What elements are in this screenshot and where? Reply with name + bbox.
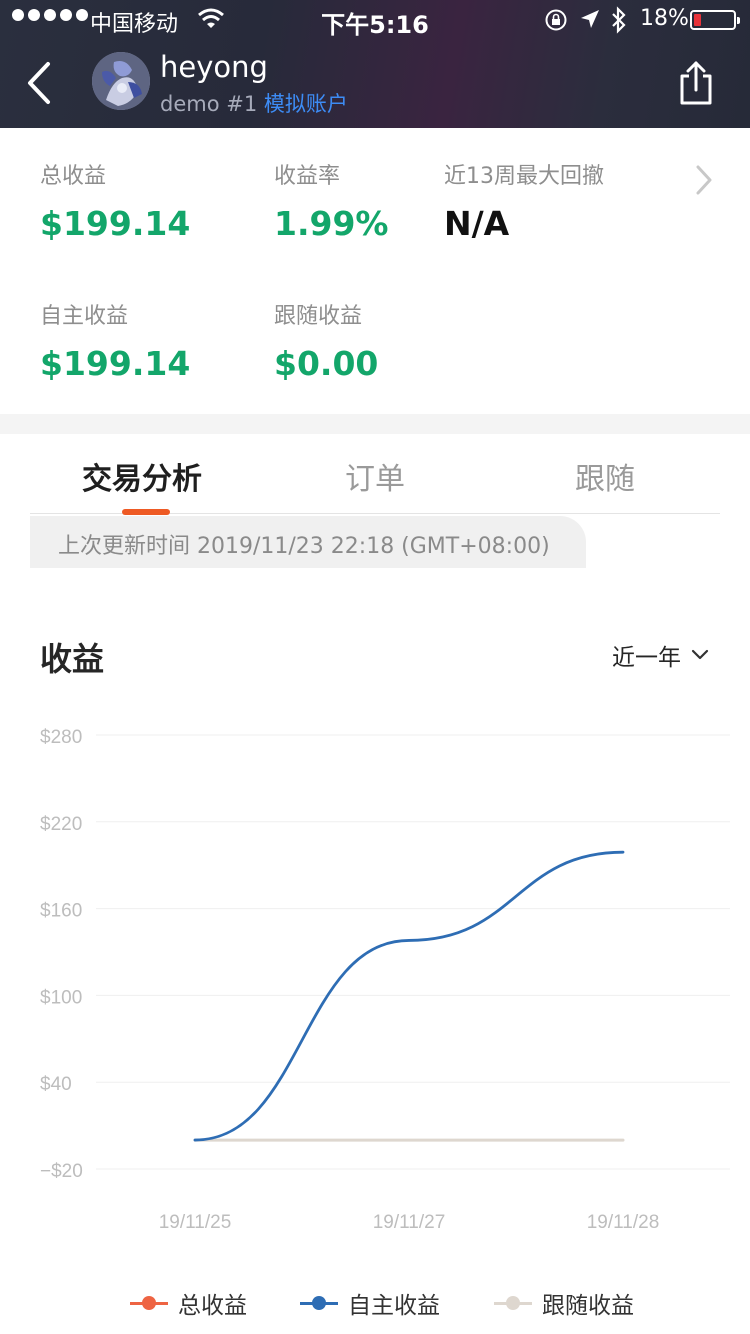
y-tick-label: −$20 <box>40 1161 83 1182</box>
legend-item-own-profit[interactable]: 自主收益 <box>300 1286 440 1320</box>
back-arrow-icon[interactable] <box>22 58 62 108</box>
battery-level-fill <box>694 14 701 26</box>
battery-percent: 18% <box>640 6 689 31</box>
profit-rate-value: 1.99% <box>274 204 389 243</box>
max-drawdown-label: 近13周最大回撤 <box>444 164 604 189</box>
max-drawdown-value: N/A <box>444 204 510 243</box>
y-tick-label: $40 <box>40 1074 72 1095</box>
y-tick-label: $220 <box>40 814 82 835</box>
avatar[interactable] <box>92 52 150 110</box>
account-type-badge: 模拟账户 <box>263 92 348 116</box>
tab-bar: 交易分析 订单 跟随 <box>0 434 750 516</box>
chevron-down-icon <box>691 649 709 660</box>
y-tick-label: $280 <box>40 727 82 748</box>
account-subline: demo #1 模拟账户 <box>160 88 348 118</box>
y-tick-label: $160 <box>40 901 82 922</box>
section-separator <box>0 414 750 434</box>
time-range-dropdown[interactable]: 近一年 <box>612 638 709 672</box>
last-update-bar: 上次更新时间 2019/11/23 22:18 (GMT+08:00) <box>30 516 586 568</box>
username: heyong <box>160 50 268 84</box>
top-header: 中国移动 下午5:16 18% heyong demo #1 模拟账户 <box>0 0 750 128</box>
legend-dot-total <box>142 1296 156 1310</box>
rotation-lock-icon <box>545 9 567 31</box>
share-icon[interactable] <box>676 60 716 106</box>
stats-panel[interactable]: 总收益 $199.14 收益率 1.99% 近13周最大回撤 N/A 自主收益 … <box>0 128 750 414</box>
legend-marker-own-icon <box>300 1296 338 1310</box>
profit-line-chart[interactable]: $280 $220 $160 $100 $40 −$20 19/11/25 19/11/27 1… <box>0 700 750 1260</box>
x-tick-label: 19/11/28 <box>587 1212 660 1233</box>
legend-label-follow: 跟随收益 <box>542 1293 634 1319</box>
legend-label-own: 自主收益 <box>348 1293 440 1319</box>
profit-section-title: 收益 <box>40 640 105 678</box>
follow-profit-value: $0.00 <box>274 344 379 383</box>
location-arrow-icon <box>581 10 599 28</box>
total-profit-label: 总收益 <box>40 164 107 189</box>
legend-marker-total-icon <box>130 1296 168 1310</box>
total-profit-value: $199.14 <box>40 204 191 243</box>
active-tab-indicator <box>122 509 170 515</box>
status-bar: 中国移动 下午5:16 18% <box>0 0 750 40</box>
chevron-right-icon[interactable] <box>694 164 714 196</box>
y-tick-label: $100 <box>40 987 82 1008</box>
profit-rate-label: 收益率 <box>274 164 341 189</box>
x-tick-label: 19/11/27 <box>373 1212 446 1233</box>
x-tick-label: 19/11/25 <box>159 1212 232 1233</box>
series-line-own-profit <box>193 850 625 1142</box>
time-range-value: 近一年 <box>612 645 681 671</box>
own-profit-value: $199.14 <box>40 344 191 383</box>
battery-icon <box>690 10 740 30</box>
clock-time: 下午5:16 <box>321 11 429 39</box>
own-profit-label: 自主收益 <box>40 304 129 329</box>
tab-orders[interactable]: 订单 <box>345 454 405 498</box>
tab-follow[interactable]: 跟随 <box>575 454 635 498</box>
follow-profit-label: 跟随收益 <box>274 304 363 329</box>
legend-item-follow-profit[interactable]: 跟随收益 <box>494 1286 634 1320</box>
bluetooth-icon <box>612 6 626 34</box>
legend-dot-own <box>312 1296 326 1310</box>
chart-legend: 总收益 自主收益 跟随收益 <box>0 1286 750 1326</box>
legend-marker-follow-icon <box>494 1296 532 1310</box>
legend-label-total: 总收益 <box>178 1293 247 1319</box>
tab-trade-analysis[interactable]: 交易分析 <box>82 454 202 498</box>
last-update-text: 上次更新时间 2019/11/23 22:18 (GMT+08:00) <box>58 534 550 559</box>
legend-dot-follow <box>506 1296 520 1310</box>
legend-item-total-profit[interactable]: 总收益 <box>130 1286 247 1320</box>
account-label: demo #1 <box>160 92 258 116</box>
